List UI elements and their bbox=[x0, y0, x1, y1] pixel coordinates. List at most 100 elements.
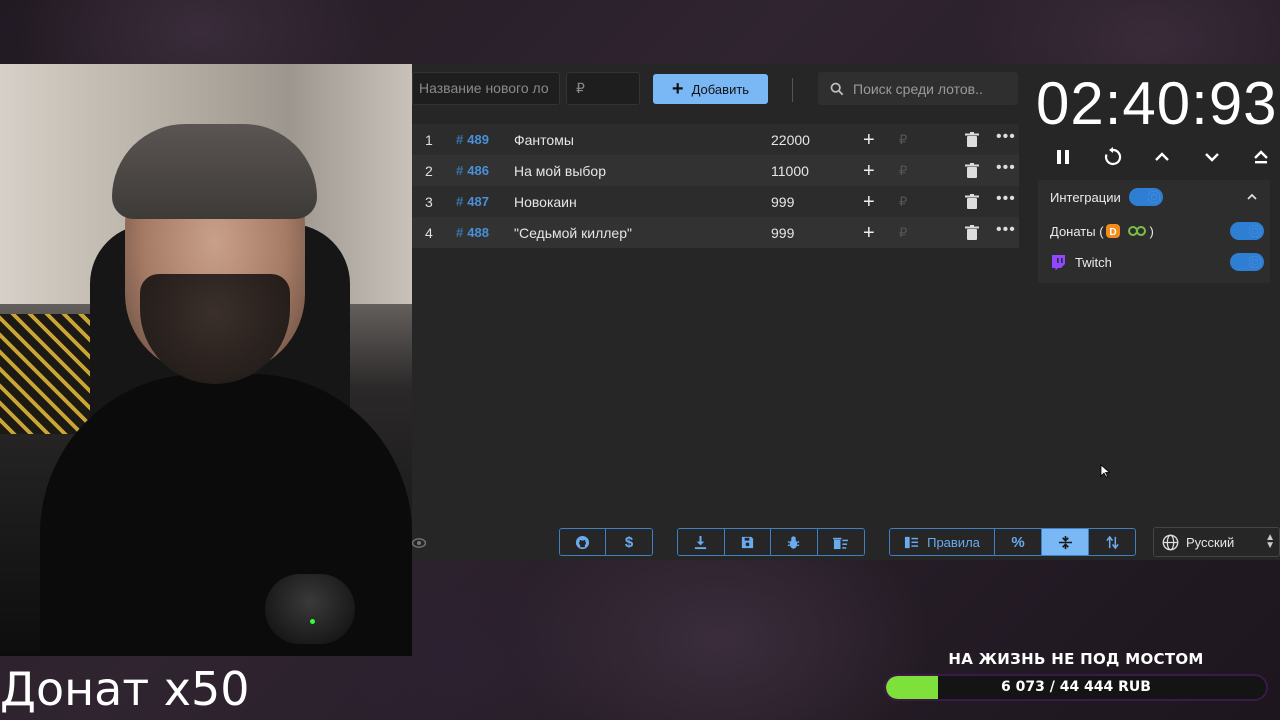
lot-amount[interactable]: 999 bbox=[771, 194, 794, 210]
donations-label: Донаты ( bbox=[1050, 223, 1104, 239]
webcam-feed bbox=[0, 64, 412, 656]
search-icon bbox=[830, 82, 844, 95]
trash-icon[interactable] bbox=[965, 225, 979, 240]
donations-integration-row: Донаты ( D ) bbox=[1050, 220, 1154, 242]
lot-amount[interactable]: 11000 bbox=[771, 163, 809, 179]
compact-view-button[interactable] bbox=[1042, 529, 1089, 555]
donation-goal-progress: 6 073 / 44 444 RUB bbox=[1001, 679, 1151, 695]
new-lot-price-input[interactable]: ₽ bbox=[566, 72, 640, 105]
bottom-toolbar: $ Правила % Русский ▲ ▼ bbox=[412, 527, 1280, 560]
webcam-mouse bbox=[265, 574, 355, 644]
donations-label-close: ) bbox=[1149, 223, 1154, 239]
lot-amount[interactable]: 22000 bbox=[771, 132, 810, 148]
lot-position: 3 bbox=[425, 193, 433, 210]
lot-row: 1 #489 Фантомы 22000 + ₽ ••• bbox=[412, 124, 1019, 155]
download-button[interactable] bbox=[678, 529, 725, 555]
github-button[interactable] bbox=[560, 529, 606, 555]
integrations-header[interactable]: Интеграции bbox=[1050, 186, 1121, 208]
lot-id[interactable]: #487 bbox=[456, 194, 489, 209]
compress-icon bbox=[1058, 535, 1072, 549]
rules-button[interactable]: Правила bbox=[890, 529, 995, 555]
integrations-toggle[interactable] bbox=[1129, 188, 1163, 206]
chevron-up-icon[interactable] bbox=[1151, 146, 1173, 168]
links-button-group: $ bbox=[559, 528, 653, 556]
lot-amount[interactable]: 999 bbox=[771, 225, 794, 241]
donate-multiplier-caption: Донат x50 bbox=[0, 662, 250, 716]
lot-extra-amount-input[interactable]: ₽ bbox=[899, 194, 907, 210]
chevron-down-icon[interactable] bbox=[1201, 146, 1223, 168]
integrations-title: Интеграции bbox=[1050, 189, 1121, 205]
toggle-knob bbox=[1249, 256, 1261, 268]
sort-icon bbox=[1105, 535, 1119, 549]
lot-extra-amount-input[interactable]: ₽ bbox=[899, 225, 907, 241]
lot-title[interactable]: Новокаин bbox=[514, 194, 577, 210]
language-value: Русский bbox=[1186, 534, 1235, 550]
lot-id[interactable]: #488 bbox=[456, 225, 489, 240]
webcam-mouse-led bbox=[310, 619, 315, 624]
lot-toolbar: Название нового ло ₽ + Добавить Поиск ср… bbox=[412, 72, 1032, 106]
lot-row: 2 #486 На мой выбор 11000 + ₽ ••• bbox=[412, 155, 1019, 186]
lot-search-input[interactable]: Поиск среди лотов.. bbox=[818, 72, 1018, 105]
add-amount-button[interactable]: + bbox=[863, 161, 875, 181]
more-options-icon[interactable]: ••• bbox=[996, 128, 1016, 146]
rules-label: Правила bbox=[927, 534, 980, 550]
eye-icon[interactable] bbox=[412, 538, 426, 548]
add-lot-label: Добавить bbox=[691, 81, 750, 97]
hash-icon: # bbox=[456, 132, 464, 147]
restart-icon[interactable] bbox=[1102, 146, 1124, 168]
lot-id-value: 486 bbox=[467, 163, 489, 178]
integrations-panel: Интеграции Донаты ( D ) Twitch bbox=[1038, 180, 1270, 283]
lot-id[interactable]: #486 bbox=[456, 163, 489, 178]
trash-icon[interactable] bbox=[965, 194, 979, 209]
rules-icon bbox=[905, 536, 919, 548]
add-amount-button[interactable]: + bbox=[863, 192, 875, 212]
bug-report-button[interactable] bbox=[771, 529, 818, 555]
lot-title[interactable]: На мой выбор bbox=[514, 163, 606, 179]
percent-button[interactable]: % bbox=[995, 529, 1042, 555]
lot-position: 2 bbox=[425, 162, 433, 179]
eject-icon[interactable] bbox=[1250, 146, 1272, 168]
lot-row: 3 #487 Новокаин 999 + ₽ ••• bbox=[412, 186, 1019, 217]
pause-icon[interactable] bbox=[1052, 146, 1074, 168]
lot-row: 4 #488 "Седьмой киллер" 999 + ₽ ••• bbox=[412, 217, 1019, 248]
add-amount-button[interactable]: + bbox=[863, 130, 875, 150]
language-select[interactable]: Русский ▲ ▼ bbox=[1153, 527, 1280, 557]
donatepay-icon bbox=[1127, 226, 1146, 236]
more-options-icon[interactable]: ••• bbox=[996, 159, 1016, 177]
settings-button-group: Правила % bbox=[889, 528, 1136, 556]
lot-list: 1 #489 Фантомы 22000 + ₽ ••• 2 #486 На м… bbox=[412, 124, 1019, 248]
new-lot-name-input[interactable]: Название нового ло bbox=[412, 72, 560, 105]
more-options-icon[interactable]: ••• bbox=[996, 190, 1016, 208]
timer-controls bbox=[1052, 144, 1272, 170]
clear-lots-button[interactable] bbox=[817, 529, 864, 555]
lot-id-value: 488 bbox=[467, 225, 489, 240]
lot-id[interactable]: #489 bbox=[456, 132, 489, 147]
add-lot-button[interactable]: + Добавить bbox=[653, 74, 768, 104]
globe-icon bbox=[1162, 534, 1179, 550]
svg-text:D: D bbox=[1109, 227, 1116, 238]
more-options-icon[interactable]: ••• bbox=[996, 221, 1016, 239]
toolbar-divider bbox=[792, 78, 793, 102]
lot-title[interactable]: Фантомы bbox=[514, 132, 574, 148]
donate-dollar-button[interactable]: $ bbox=[606, 529, 652, 555]
donations-toggle[interactable] bbox=[1230, 222, 1264, 240]
delete-list-icon bbox=[833, 537, 849, 549]
search-placeholder: Поиск среди лотов.. bbox=[853, 80, 983, 97]
trash-icon[interactable] bbox=[965, 163, 979, 178]
webcam-person-hair bbox=[112, 124, 317, 219]
bug-icon bbox=[787, 535, 800, 549]
chevron-up-icon[interactable] bbox=[1246, 192, 1258, 202]
lot-extra-amount-input[interactable]: ₽ bbox=[899, 132, 907, 148]
hash-icon: # bbox=[456, 225, 464, 240]
add-amount-button[interactable]: + bbox=[863, 223, 875, 243]
lot-id-value: 489 bbox=[467, 132, 489, 147]
github-icon bbox=[575, 535, 590, 549]
select-arrows-icon: ▲ ▼ bbox=[1265, 532, 1275, 551]
trash-icon[interactable] bbox=[965, 132, 979, 147]
twitch-toggle[interactable] bbox=[1230, 253, 1264, 271]
save-button[interactable] bbox=[724, 529, 771, 555]
donation-goal-title: НА ЖИЗНЬ НЕ ПОД МОСТОМ bbox=[948, 650, 1204, 668]
lot-title[interactable]: "Седьмой киллер" bbox=[514, 225, 632, 241]
sort-button[interactable] bbox=[1089, 529, 1135, 555]
lot-extra-amount-input[interactable]: ₽ bbox=[899, 163, 907, 179]
